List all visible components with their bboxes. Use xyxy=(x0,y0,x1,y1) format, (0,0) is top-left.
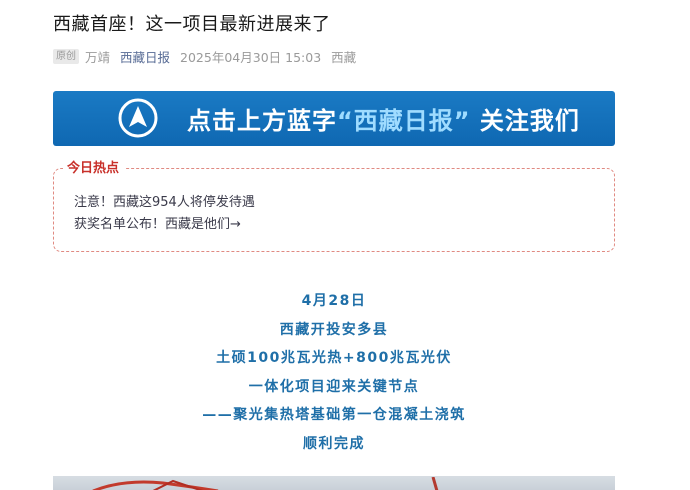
article-meta: 原创 万靖 西藏日报 2025年04月30日 15:03 西藏 xyxy=(53,47,356,65)
hot-topic-link[interactable]: 获奖名单公布！西藏是他们→ xyxy=(74,213,241,232)
hot-topics-box: 今日热点 注意！西藏这954人将停发待遇 获奖名单公布！西藏是他们→ xyxy=(53,160,615,252)
publish-location: 西藏 xyxy=(331,49,357,65)
follow-banner[interactable]: 点击上方蓝字“西藏日报” 关注我们 xyxy=(53,91,615,146)
intro-line: 土硕100兆瓦光热+800兆瓦光伏 xyxy=(216,350,452,366)
banner-account-highlight: “西藏日报” xyxy=(337,107,471,135)
hot-topics-title: 今日热点 xyxy=(63,160,126,178)
hot-topic-link[interactable]: 注意！西藏这954人将停发待遇 xyxy=(74,191,255,210)
account-link[interactable]: 西藏日报 xyxy=(120,47,170,66)
banner-text-suffix: 关注我们 xyxy=(479,107,580,135)
intro-line: 4月28日 xyxy=(301,293,367,309)
article-intro: 4月28日 西藏开投安多县 土硕100兆瓦光热+800兆瓦光伏 一体化项目迎来关… xyxy=(53,287,615,458)
original-badge: 原创 xyxy=(53,48,79,64)
author-name: 万靖 xyxy=(85,49,111,65)
intro-line: 顺利完成 xyxy=(303,435,365,452)
banner-text-prefix: 点击上方蓝字 xyxy=(187,107,337,135)
article-title: 西藏首座！这一项目最新进展来了 xyxy=(53,14,331,35)
banner-text: 点击上方蓝字“西藏日报” 关注我们 xyxy=(187,101,580,136)
intro-line: 西藏开投安多县 xyxy=(279,321,389,338)
navigation-arrow-icon xyxy=(118,98,158,138)
article-photo xyxy=(53,476,615,490)
intro-line: 一体化项目迎来关键节点 xyxy=(248,378,420,395)
publish-time: 2025年04月30日 15:03 xyxy=(180,49,322,65)
intro-line: ——聚光集热塔基础第一仓混凝土浇筑 xyxy=(202,407,466,423)
photo-crop xyxy=(92,476,439,490)
